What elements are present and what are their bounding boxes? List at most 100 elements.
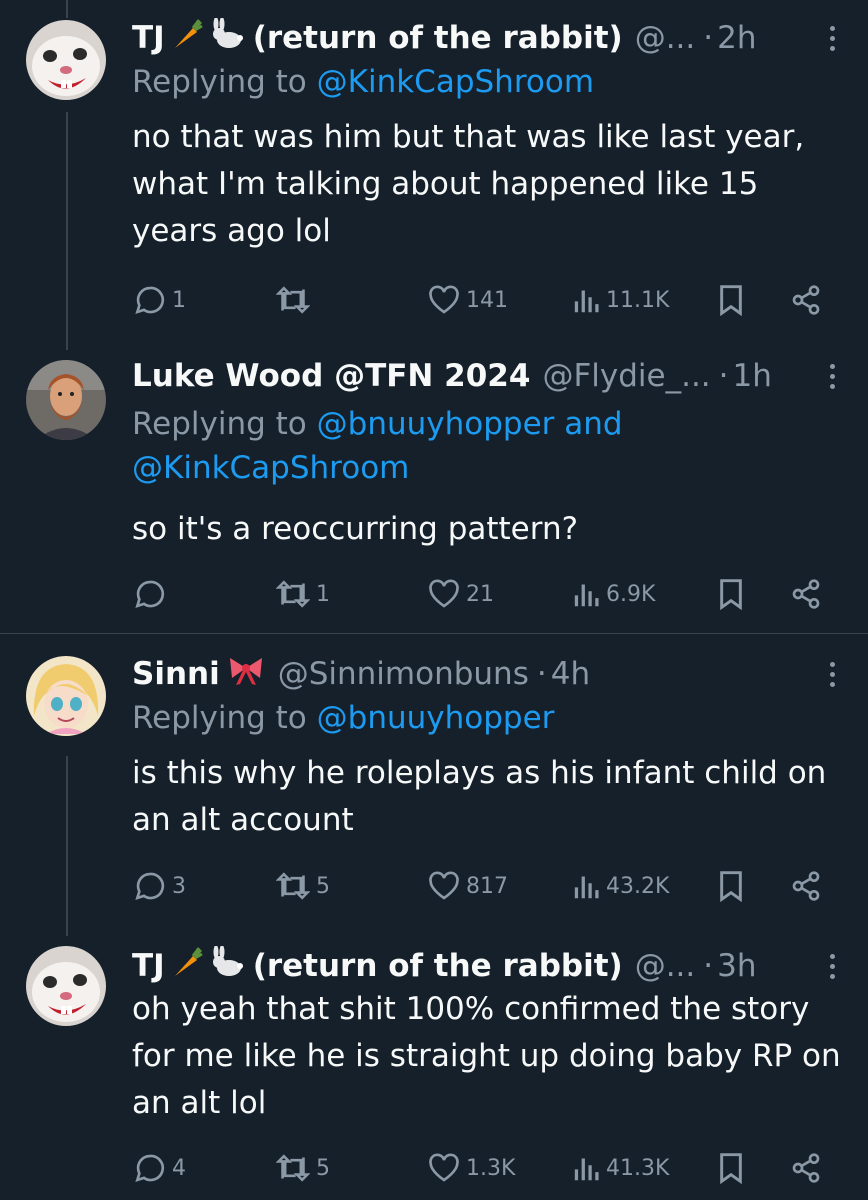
share-button[interactable]: [790, 1148, 822, 1188]
share-button[interactable]: [790, 574, 822, 614]
reply-icon: [135, 1154, 165, 1183]
heart-icon: [429, 285, 459, 314]
retweet-count: 5: [316, 873, 330, 899]
views-button[interactable]: 43.2K: [572, 866, 669, 906]
heart-icon: [429, 871, 459, 900]
retweet-count: 5: [316, 1155, 330, 1181]
tweet-header: Sinni @Sinnimonbuns · 4h: [132, 652, 848, 696]
timestamp[interactable]: 3h: [717, 948, 756, 984]
heart-icon: [429, 1153, 459, 1182]
replying-to-label: Replying to: [132, 406, 307, 442]
separator: ·: [703, 948, 714, 984]
handle[interactable]: @Sinnimonbuns: [278, 656, 529, 692]
tweet-actions: 1 21 6.9K: [0, 574, 868, 614]
tweet-actions: 4 5 1.3K 41.3K: [0, 1148, 868, 1188]
display-name-suffix: (return of the rabbit): [252, 20, 623, 56]
share-button[interactable]: [790, 866, 822, 906]
more-options-icon[interactable]: [822, 654, 842, 694]
avatar[interactable]: [26, 946, 106, 1026]
display-name[interactable]: TJ: [132, 20, 165, 56]
tweet-text: so it's a reoccurring pattern?: [132, 511, 579, 547]
like-button[interactable]: 141: [428, 280, 508, 320]
retweet-button[interactable]: 5: [276, 1148, 330, 1188]
reply-count: 3: [172, 873, 186, 899]
display-name-suffix: (return of the rabbit): [252, 948, 623, 984]
display-name[interactable]: Luke Wood @TFN 2024: [132, 358, 530, 394]
tweet-header: TJ (return of the rabbit) @... · 3h: [132, 944, 848, 988]
tweet-actions: 3 5 817 43.2K: [0, 866, 868, 906]
handle[interactable]: @...: [635, 948, 696, 984]
avatar[interactable]: [26, 360, 106, 440]
replying-to: Replying to @bnuuyhopper: [132, 696, 838, 740]
share-icon: [792, 579, 820, 609]
separator: ·: [536, 656, 547, 692]
like-button[interactable]: 21: [428, 574, 494, 614]
bookmark-icon: [720, 871, 742, 902]
retweet-icon: [276, 1154, 310, 1182]
rabbit-avatar-icon: [26, 946, 106, 1026]
replying-to-link[interactable]: @bnuuyhopper and: [317, 406, 623, 442]
like-count: 817: [466, 873, 508, 899]
retweet-button[interactable]: [276, 280, 316, 320]
bookmark-button[interactable]: [718, 280, 744, 320]
retweet-button[interactable]: 5: [276, 866, 330, 906]
rabbit-avatar-icon: [26, 20, 106, 100]
view-count: 41.3K: [606, 1155, 670, 1181]
ribbon-icon: [226, 654, 266, 694]
views-button[interactable]: 6.9K: [572, 574, 655, 614]
views-icon: [574, 1158, 599, 1181]
more-options-icon[interactable]: [822, 18, 842, 58]
carrot-icon: [171, 946, 203, 986]
timestamp[interactable]: 1h: [733, 358, 772, 394]
tweet-header: Luke Wood @TFN 2024 @Flydie_... · 1h: [132, 354, 848, 398]
avatar[interactable]: [26, 656, 106, 736]
handle[interactable]: @...: [635, 20, 696, 56]
replying-to: Replying to @bnuuyhopper and @KinkCapShr…: [132, 402, 838, 490]
views-button[interactable]: 11.1K: [572, 280, 669, 320]
like-count: 21: [466, 581, 494, 607]
timestamp[interactable]: 4h: [551, 656, 590, 692]
tweet-actions: 1 141 11.1K: [0, 280, 868, 320]
display-name[interactable]: TJ: [132, 948, 165, 984]
share-icon: [792, 871, 820, 901]
like-count: 141: [466, 287, 508, 313]
replying-to: Replying to @KinkCapShroom: [132, 60, 838, 104]
more-options-icon[interactable]: [822, 356, 842, 396]
reply-icon: [135, 580, 165, 609]
bookmark-button[interactable]: [718, 866, 744, 906]
avatar[interactable]: [26, 20, 106, 100]
bookmark-icon: [720, 285, 742, 316]
retweet-button[interactable]: 1: [276, 574, 330, 614]
display-name[interactable]: Sinni: [132, 656, 220, 692]
view-count: 6.9K: [606, 581, 656, 607]
rabbit-icon: [209, 945, 245, 986]
replying-to-label: Replying to: [132, 700, 307, 736]
like-button[interactable]: 1.3K: [428, 1148, 515, 1188]
timestamp[interactable]: 2h: [717, 20, 756, 56]
carrot-icon: [171, 18, 203, 58]
retweet-icon: [276, 872, 310, 900]
anime-avatar-icon: [26, 656, 106, 736]
more-options-icon[interactable]: [822, 946, 842, 986]
bookmark-button[interactable]: [718, 574, 744, 614]
tweet-text: is this why he roleplays as his infant c…: [132, 755, 827, 838]
bookmark-button[interactable]: [718, 1148, 744, 1188]
like-button[interactable]: 817: [428, 866, 508, 906]
views-button[interactable]: 41.3K: [572, 1148, 669, 1188]
reply-button[interactable]: [134, 574, 172, 614]
separator: ·: [718, 358, 729, 394]
replying-to-link-2[interactable]: @KinkCapShroom: [132, 450, 409, 486]
separator: ·: [703, 20, 714, 56]
reply-button[interactable]: 1: [134, 280, 186, 320]
replying-to-link[interactable]: @bnuuyhopper: [317, 700, 555, 736]
replying-to-link[interactable]: @KinkCapShroom: [317, 64, 594, 100]
like-count: 1.3K: [466, 1155, 516, 1181]
reply-icon: [135, 286, 165, 315]
reply-button[interactable]: 4: [134, 1148, 186, 1188]
replying-to-label: Replying to: [132, 64, 307, 100]
bookmark-icon: [720, 579, 742, 610]
share-button[interactable]: [790, 280, 822, 320]
reply-button[interactable]: 3: [134, 866, 186, 906]
handle[interactable]: @Flydie_...: [542, 358, 710, 394]
view-count: 43.2K: [606, 873, 670, 899]
